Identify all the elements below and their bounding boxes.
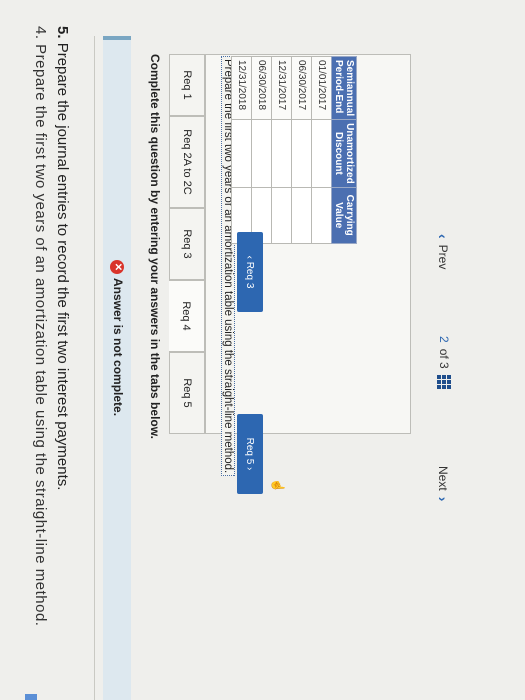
table-row: 12/31/2018 [231, 56, 252, 244]
next-tab-button[interactable]: Req 5 › [237, 414, 263, 494]
instruction-text: Complete this question by entering your … [148, 54, 162, 439]
question-title: 5. Prepare the journal entries to record… [54, 26, 71, 490]
tab-req-3[interactable]: Req 3 [169, 208, 205, 280]
col-header-carrying-value: Carrying Value [331, 187, 357, 244]
tab-label: Req 1 [181, 70, 193, 100]
question-text: Prepare the journal entries to record th… [54, 42, 71, 491]
table-row: 12/31/2017 [271, 56, 292, 244]
tab-req-5[interactable]: Req 5 [169, 352, 205, 434]
period-cell: 12/31/2018 [231, 56, 252, 120]
answer-status-text: Answer is not complete. [111, 278, 125, 417]
question-number: 5. [54, 26, 71, 39]
photo-stage: 4. Prepare the first two years of an amo… [0, 0, 525, 700]
table-row: 06/30/2017 [291, 56, 312, 244]
amortization-table: Semiannual Period-End Unamortized Discount… [231, 56, 357, 244]
tab-label: Req 4 [180, 301, 193, 331]
chevron-left-icon: ‹ [435, 234, 451, 239]
page-of: of 3 [437, 348, 451, 369]
page-number: 2 [437, 336, 451, 343]
period-cell: 12/31/2017 [271, 56, 292, 120]
grid-icon [437, 374, 451, 389]
next-tab-label: Req 5 [244, 437, 256, 465]
table-row: 01/01/2017 [311, 56, 332, 244]
carrying-value-input[interactable] [271, 187, 292, 244]
answer-status-banner: ✕ Answer is not complete. [103, 36, 131, 700]
table-row: 06/30/2018 [251, 56, 272, 244]
col-header-period: Semiannual Period-End [331, 56, 357, 120]
prev-tab-label: Req 3 [244, 261, 256, 289]
tab-label: Req 2A to 2C [181, 129, 193, 195]
tab-req-2a-to-2c[interactable]: Req 2A to 2C [169, 116, 205, 208]
prev-label: Prev [436, 244, 450, 270]
prev-tab-button[interactable]: ‹ Req 3 [237, 232, 263, 312]
next-label: Next [436, 466, 450, 491]
unamortized-discount-input[interactable] [291, 119, 312, 188]
hand-cursor-icon: ☝ [271, 478, 285, 493]
chevron-right-icon: › [435, 496, 451, 502]
unamortized-discount-input[interactable] [311, 119, 332, 188]
prev-question-button[interactable]: ‹ Prev [435, 234, 451, 269]
unamortized-discount-input[interactable] [251, 119, 272, 188]
corner-flag [25, 694, 37, 700]
tab-label: Req 3 [181, 229, 193, 259]
next-question-button[interactable]: Next › [435, 466, 451, 501]
rotated-screen: 4. Prepare the first two years of an amo… [0, 0, 525, 700]
chevron-right-icon: › [244, 464, 256, 471]
header-divider [94, 36, 95, 700]
col-header-unamortized-discount: Unamortized Discount [331, 119, 357, 188]
period-cell: 06/30/2017 [291, 56, 312, 120]
carrying-value-input[interactable] [291, 187, 312, 244]
tab-req-1[interactable]: Req 1 [169, 54, 205, 116]
question-cut-line: 4. Prepare the first two years of an amo… [32, 26, 49, 627]
page-indicator[interactable]: 2 of 3 [437, 336, 451, 389]
unamortized-discount-input[interactable] [231, 119, 252, 188]
period-cell: 06/30/2018 [251, 56, 272, 120]
error-x-icon: ✕ [110, 260, 125, 274]
tab-req-4[interactable]: Req 4 [169, 280, 205, 352]
period-cell: 01/01/2017 [311, 56, 332, 120]
tab-label: Req 5 [181, 378, 193, 408]
unamortized-discount-input[interactable] [271, 119, 292, 188]
carrying-value-input[interactable] [311, 187, 332, 244]
